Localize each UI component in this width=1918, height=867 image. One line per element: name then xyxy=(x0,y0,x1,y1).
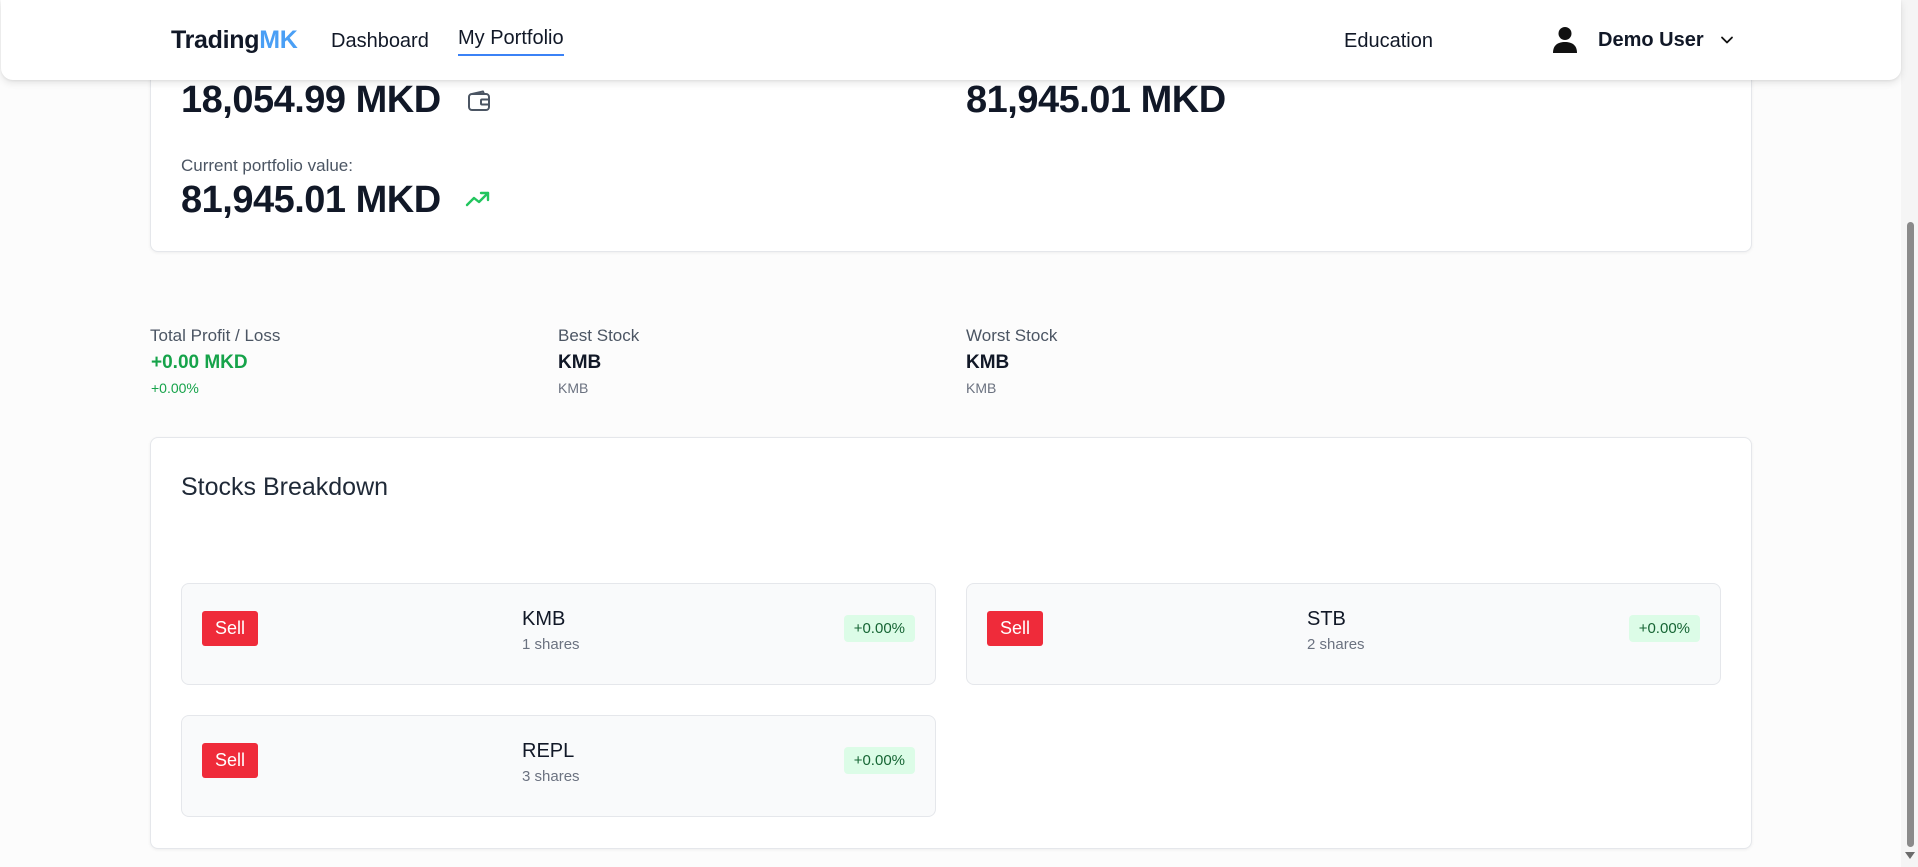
best-stock-sub: KMB xyxy=(558,380,589,396)
scrollbar-thumb[interactable] xyxy=(1907,222,1914,847)
breakdown-title: Stocks Breakdown xyxy=(181,473,389,501)
best-stock-label: Best Stock xyxy=(558,326,640,345)
best-stock-value: KMB xyxy=(558,352,602,373)
change-badge: +0.00% xyxy=(843,615,915,642)
sell-button[interactable]: Sell xyxy=(987,611,1043,646)
stock-card-kmb: Sell KMB 1 shares +0.00% xyxy=(181,583,936,685)
chevron-down-icon xyxy=(1720,36,1733,44)
stock-ticker: STB xyxy=(1307,608,1346,630)
stock-shares: 1 shares xyxy=(522,636,580,653)
total-profit-label: Total Profit / Loss xyxy=(150,326,281,345)
worst-stock-value: KMB xyxy=(966,352,1010,373)
stock-ticker: KMB xyxy=(522,608,566,630)
stock-card-stb: Sell STB 2 shares +0.00% xyxy=(966,583,1721,685)
top-navbar: TradingMK Dashboard My Portfolio Educati… xyxy=(1,0,1901,80)
total-profit-percent: +0.00% xyxy=(151,380,199,396)
change-badge: +0.00% xyxy=(1628,615,1700,642)
current-value-label: Current portfolio value: xyxy=(181,156,353,175)
trending-up-icon xyxy=(465,191,490,207)
sell-button[interactable]: Sell xyxy=(202,611,258,646)
change-badge: +0.00% xyxy=(843,747,915,774)
invested-value: 81,945.01 MKD xyxy=(966,79,1226,121)
brand-logo[interactable]: TradingMK xyxy=(171,26,298,55)
wallet-icon xyxy=(468,90,490,111)
stock-shares: 3 shares xyxy=(522,768,580,785)
worst-stock-label: Worst Stock xyxy=(966,326,1058,345)
worst-stock-sub: KMB xyxy=(966,380,997,396)
stock-card-repl: Sell REPL 3 shares +0.00% xyxy=(181,715,936,817)
stock-shares: 2 shares xyxy=(1307,636,1365,653)
user-name: Demo User xyxy=(1598,28,1704,51)
total-profit-value: +0.00 MKD xyxy=(151,352,248,373)
stock-ticker: REPL xyxy=(522,740,575,762)
nav-dashboard[interactable]: Dashboard xyxy=(331,30,429,53)
brand-accent: MK xyxy=(259,26,298,54)
nav-my-portfolio[interactable]: My Portfolio xyxy=(458,27,564,56)
sell-button[interactable]: Sell xyxy=(202,743,258,778)
scroll-down-arrow-icon[interactable] xyxy=(1905,852,1915,859)
vertical-scrollbar[interactable] xyxy=(1901,0,1918,867)
user-menu[interactable]: Demo User xyxy=(1552,26,1734,54)
nav-education[interactable]: Education xyxy=(1344,30,1433,53)
user-icon xyxy=(1553,27,1577,53)
brand-main: Trading xyxy=(171,26,260,54)
available-balance: 18,054.99 MKD xyxy=(181,79,441,121)
current-portfolio-value: 81,945.01 MKD xyxy=(181,179,441,221)
